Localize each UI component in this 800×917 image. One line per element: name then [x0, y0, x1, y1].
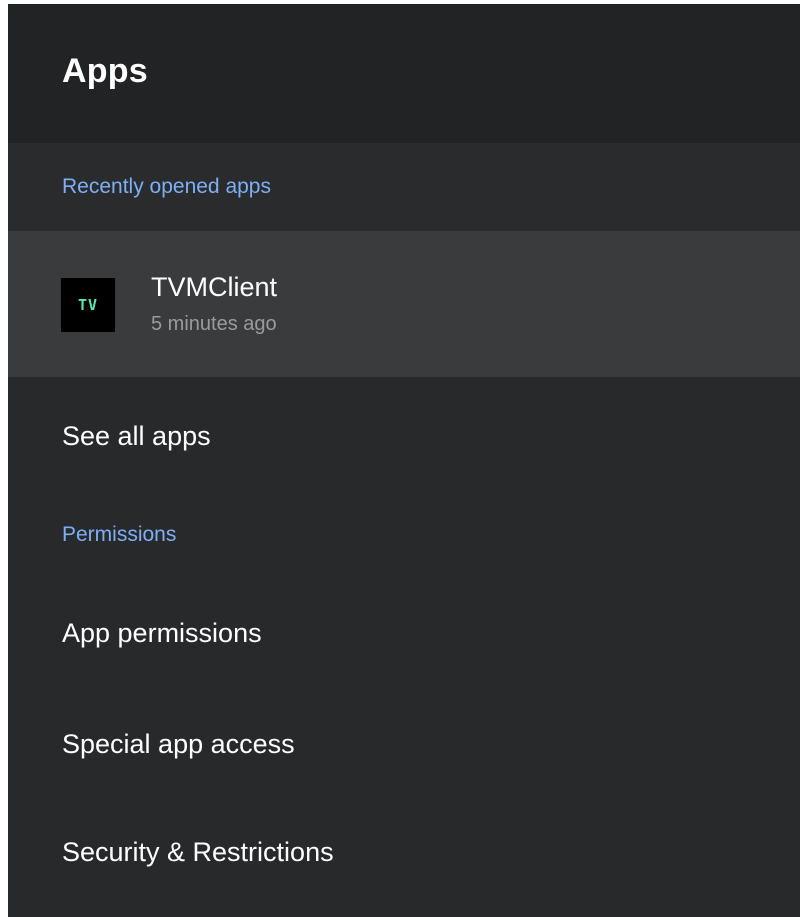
apps-settings-panel: Apps Recently opened apps TV TVMClient 5…	[8, 4, 800, 917]
see-all-apps-item[interactable]: See all apps	[8, 377, 800, 495]
app-icon-text: TV	[77, 296, 99, 314]
app-permissions-item[interactable]: App permissions	[8, 575, 800, 691]
app-name: TVMClient	[151, 272, 278, 302]
section-header-recent-apps: Recently opened apps	[8, 143, 800, 231]
special-app-access-item[interactable]: Special app access	[8, 691, 800, 797]
security-restrictions-item[interactable]: Security & Restrictions	[8, 797, 800, 907]
section-header-permissions: Permissions	[62, 523, 177, 546]
app-last-opened: 5 minutes ago	[151, 313, 277, 335]
title-bar: Apps	[8, 4, 800, 143]
tvmclient-app-icon: TV	[61, 278, 115, 332]
app-text: TVMClient 5 minutes ago	[151, 272, 277, 336]
page-title: Apps	[62, 52, 148, 90]
recent-app-item-tvmclient[interactable]: TV TVMClient 5 minutes ago	[8, 231, 800, 377]
